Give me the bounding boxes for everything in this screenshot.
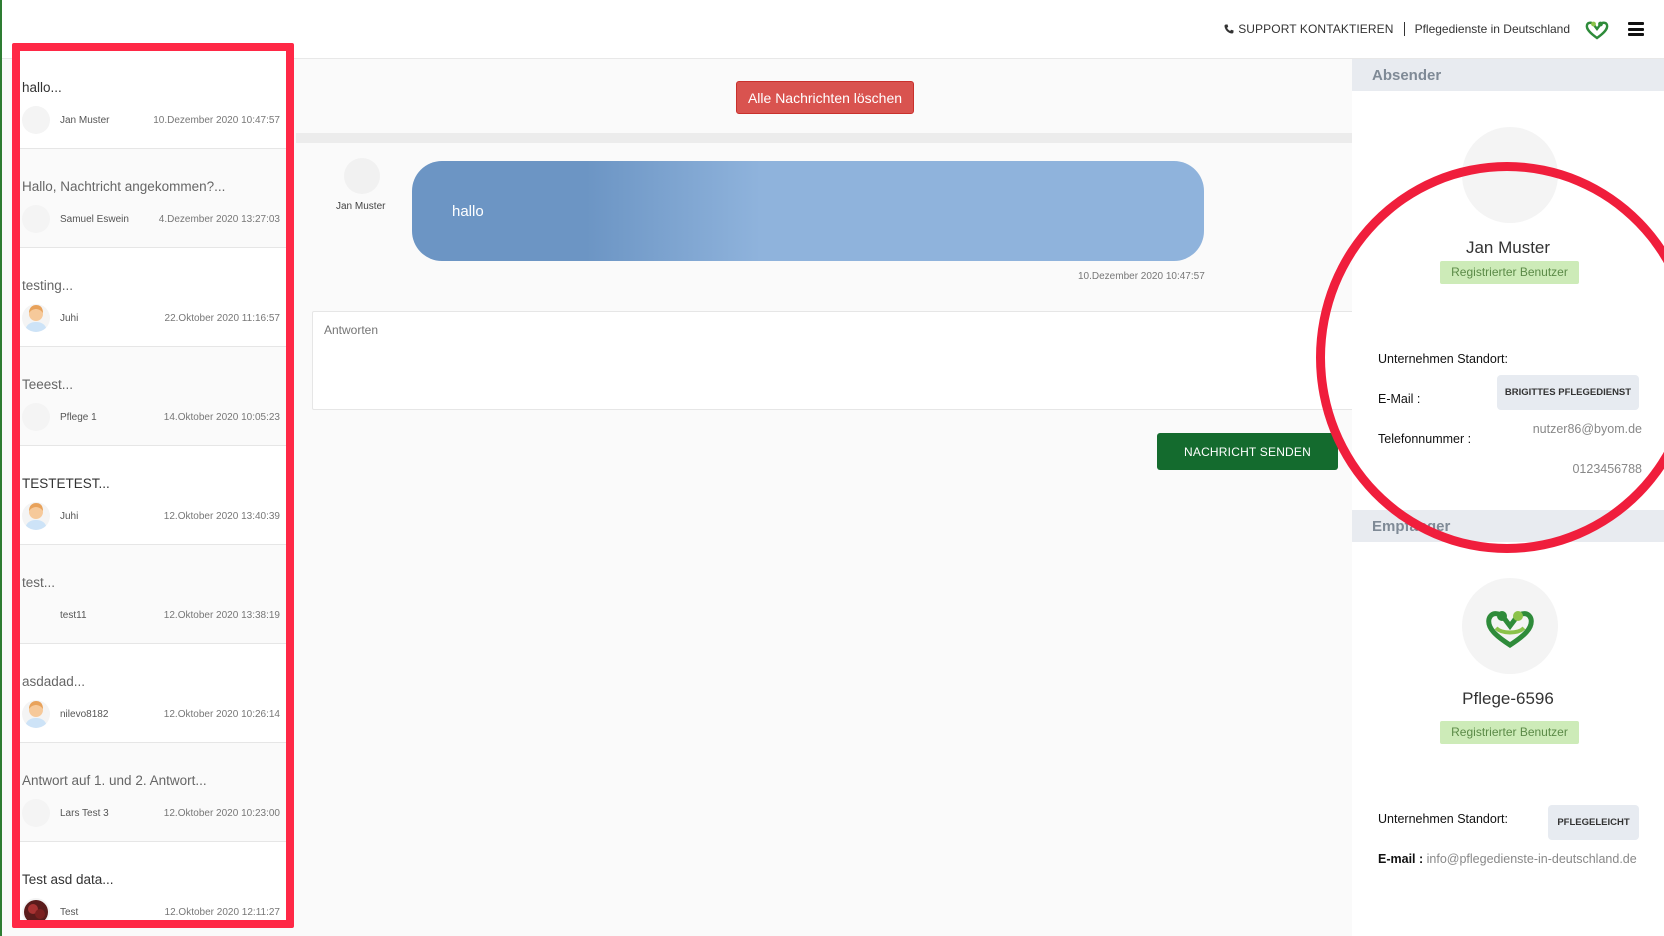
message-date: 10.Dezember 2020 10:47:57	[153, 114, 280, 126]
heart-hands-logo-icon[interactable]	[1584, 18, 1610, 40]
message-sender: Juhi	[60, 312, 79, 324]
message-subject: test...	[22, 575, 56, 590]
message-date: 12.Oktober 2020 10:23:00	[163, 807, 280, 819]
delete-all-button[interactable]: Alle Nachrichten löschen	[736, 81, 914, 114]
recipient-email-row: E-mail : info@pflegedienste-in-deutschla…	[1378, 852, 1637, 866]
sender-name: Jan Muster	[1465, 238, 1551, 257]
message-sender: Jan Muster	[60, 114, 110, 126]
message-subject: hallo...	[22, 80, 62, 95]
sender-avatar	[22, 304, 50, 332]
left-edge-accent	[0, 0, 2, 936]
message-date: 14.Oktober 2020 10:05:23	[163, 411, 280, 423]
message-meta: Lars Test 3 12.Oktober 2020 10:23:00	[22, 798, 280, 828]
sender-company-label: Unternehmen Standort:	[1378, 352, 1508, 366]
message-subject: Test asd data...	[22, 872, 114, 887]
recipient-email-value[interactable]: info@pflegedienste-in-deutschland.de	[1427, 852, 1637, 866]
recipient-company-chip[interactable]: PFLEGELEICHT	[1548, 805, 1639, 840]
message-sender: Test	[60, 906, 79, 918]
message-list-item[interactable]: testing... Juhi 22.Oktober 2020 11:16:57	[14, 248, 288, 347]
reply-input[interactable]	[312, 311, 1354, 410]
brand-link[interactable]: Pflegedienste in Deutschland	[1405, 22, 1570, 36]
sender-phone-value[interactable]: 0123456788	[1572, 462, 1642, 476]
sender-avatar	[22, 403, 50, 431]
person-avatar-icon	[25, 503, 47, 530]
message-subject: Antwort auf 1. und 2. Antwort...	[22, 773, 207, 788]
message-sender: nilevo8182	[60, 708, 109, 720]
hamburger-menu-icon[interactable]	[1628, 22, 1644, 36]
message-date: 4.Dezember 2020 13:27:03	[158, 213, 280, 225]
message-list-item[interactable]: Teeest... Pflege 1 14.Oktober 2020 10:05…	[14, 347, 288, 446]
message-list: hallo... Jan Muster 10.Dezember 2020 10:…	[14, 50, 288, 922]
message-subject: testing...	[22, 278, 74, 293]
message-sender: Juhi	[60, 510, 79, 522]
message-list-item[interactable]: test... test11 12.Oktober 2020 13:38:19	[14, 545, 288, 644]
message-list-item[interactable]: hallo... Jan Muster 10.Dezember 2020 10:…	[14, 50, 288, 149]
recipient-heading: Empfänger	[1352, 510, 1664, 542]
sender-company-chip[interactable]: BRIGITTES PFLEGEDIENST	[1497, 375, 1639, 410]
message-meta: Test 12.Oktober 2020 12:11:27	[22, 897, 280, 922]
message-bubble: hallo	[412, 161, 1204, 261]
message-timestamp: 10.Dezember 2020 10:47:57	[1078, 271, 1205, 282]
sender-avatar	[22, 502, 50, 530]
message-meta: test11 12.Oktober 2020 13:38:19	[22, 600, 280, 630]
person-avatar-icon	[25, 701, 47, 728]
recipient-badge: Registrierter Benutzer	[1440, 721, 1579, 744]
support-link[interactable]: SUPPORT KONTAKTIEREN	[1224, 22, 1405, 36]
sender-phone-label: Telefonnummer :	[1378, 432, 1472, 446]
sender-email-value[interactable]: nutzer86@byom.de	[1533, 422, 1642, 436]
recipient-name: Pflege-6596	[1462, 689, 1554, 708]
sender-avatar	[22, 601, 50, 629]
message-meta: Juhi 22.Oktober 2020 11:16:57	[22, 303, 280, 333]
message-meta: Juhi 12.Oktober 2020 13:40:39	[22, 501, 280, 531]
message-sender: Samuel Eswein	[60, 213, 129, 225]
message-meta: Jan Muster 10.Dezember 2020 10:47:57	[22, 105, 280, 135]
person-avatar-icon	[25, 305, 47, 332]
photo-avatar-icon	[24, 900, 48, 922]
message-meta: Samuel Eswein 4.Dezember 2020 13:27:03	[22, 204, 280, 234]
top-nav: SUPPORT KONTAKTIEREN Pflegedienste in De…	[1224, 18, 1644, 40]
sender-badge: Registrierter Benutzer	[1440, 261, 1579, 284]
message-date: 12.Oktober 2020 10:26:14	[163, 708, 280, 720]
phone-icon	[1224, 24, 1234, 34]
message-meta: nilevo8182 12.Oktober 2020 10:26:14	[22, 699, 280, 729]
message-meta: Pflege 1 14.Oktober 2020 10:05:23	[22, 402, 280, 432]
message-date: 12.Oktober 2020 13:38:19	[163, 609, 280, 621]
sender-avatar	[22, 205, 50, 233]
recipient-email-label: E-mail :	[1378, 852, 1424, 866]
sender-avatar	[22, 799, 50, 827]
sender-avatar	[22, 106, 50, 134]
message-date: 22.Oktober 2020 11:16:57	[164, 312, 280, 324]
message-sender: Pflege 1	[60, 411, 97, 423]
sender-email-label: E-Mail :	[1378, 392, 1421, 406]
thread-divider	[296, 133, 1352, 143]
send-message-button[interactable]: NACHRICHT SENDEN	[1157, 433, 1338, 470]
message-list-item[interactable]: Antwort auf 1. und 2. Antwort... Lars Te…	[14, 743, 288, 842]
message-list-item[interactable]: asdadad... nilevo8182 12.Oktober 2020 10…	[14, 644, 288, 743]
message-subject: Hallo, Nachtricht angekommen?...	[22, 179, 226, 194]
support-label: SUPPORT KONTAKTIEREN	[1238, 22, 1394, 36]
message-subject: TESTETEST...	[22, 476, 110, 491]
sender-avatar	[22, 700, 50, 728]
sender-avatar	[22, 898, 50, 922]
message-text: hallo	[452, 203, 484, 220]
recipient-avatar-large	[1462, 578, 1558, 674]
thread-sender-name: Jan Muster	[336, 201, 386, 212]
message-list-item[interactable]: TESTETEST... Juhi 12.Oktober 2020 13:40:…	[14, 446, 288, 545]
message-date: 12.Oktober 2020 13:40:39	[163, 510, 280, 522]
message-sender: Lars Test 3	[60, 807, 109, 819]
message-date: 12.Oktober 2020 12:11:27	[164, 906, 280, 918]
recipient-company-label: Unternehmen Standort:	[1378, 812, 1508, 826]
sender-heading: Absender	[1352, 59, 1664, 91]
message-list-item[interactable]: Test asd data... Test 12.Oktober 2020 12…	[14, 842, 288, 922]
message-sender: test11	[60, 609, 87, 621]
sender-avatar-large	[1462, 127, 1558, 223]
message-list-item[interactable]: Hallo, Nachtricht angekommen?... Samuel …	[14, 149, 288, 248]
thread-sender-avatar	[344, 158, 380, 194]
message-subject: Teeest...	[22, 377, 74, 392]
heart-hands-logo-icon	[1486, 611, 1534, 648]
message-subject: asdadad...	[22, 674, 86, 689]
details-panel: Absender Jan Muster Registrierter Benutz…	[1352, 59, 1664, 936]
